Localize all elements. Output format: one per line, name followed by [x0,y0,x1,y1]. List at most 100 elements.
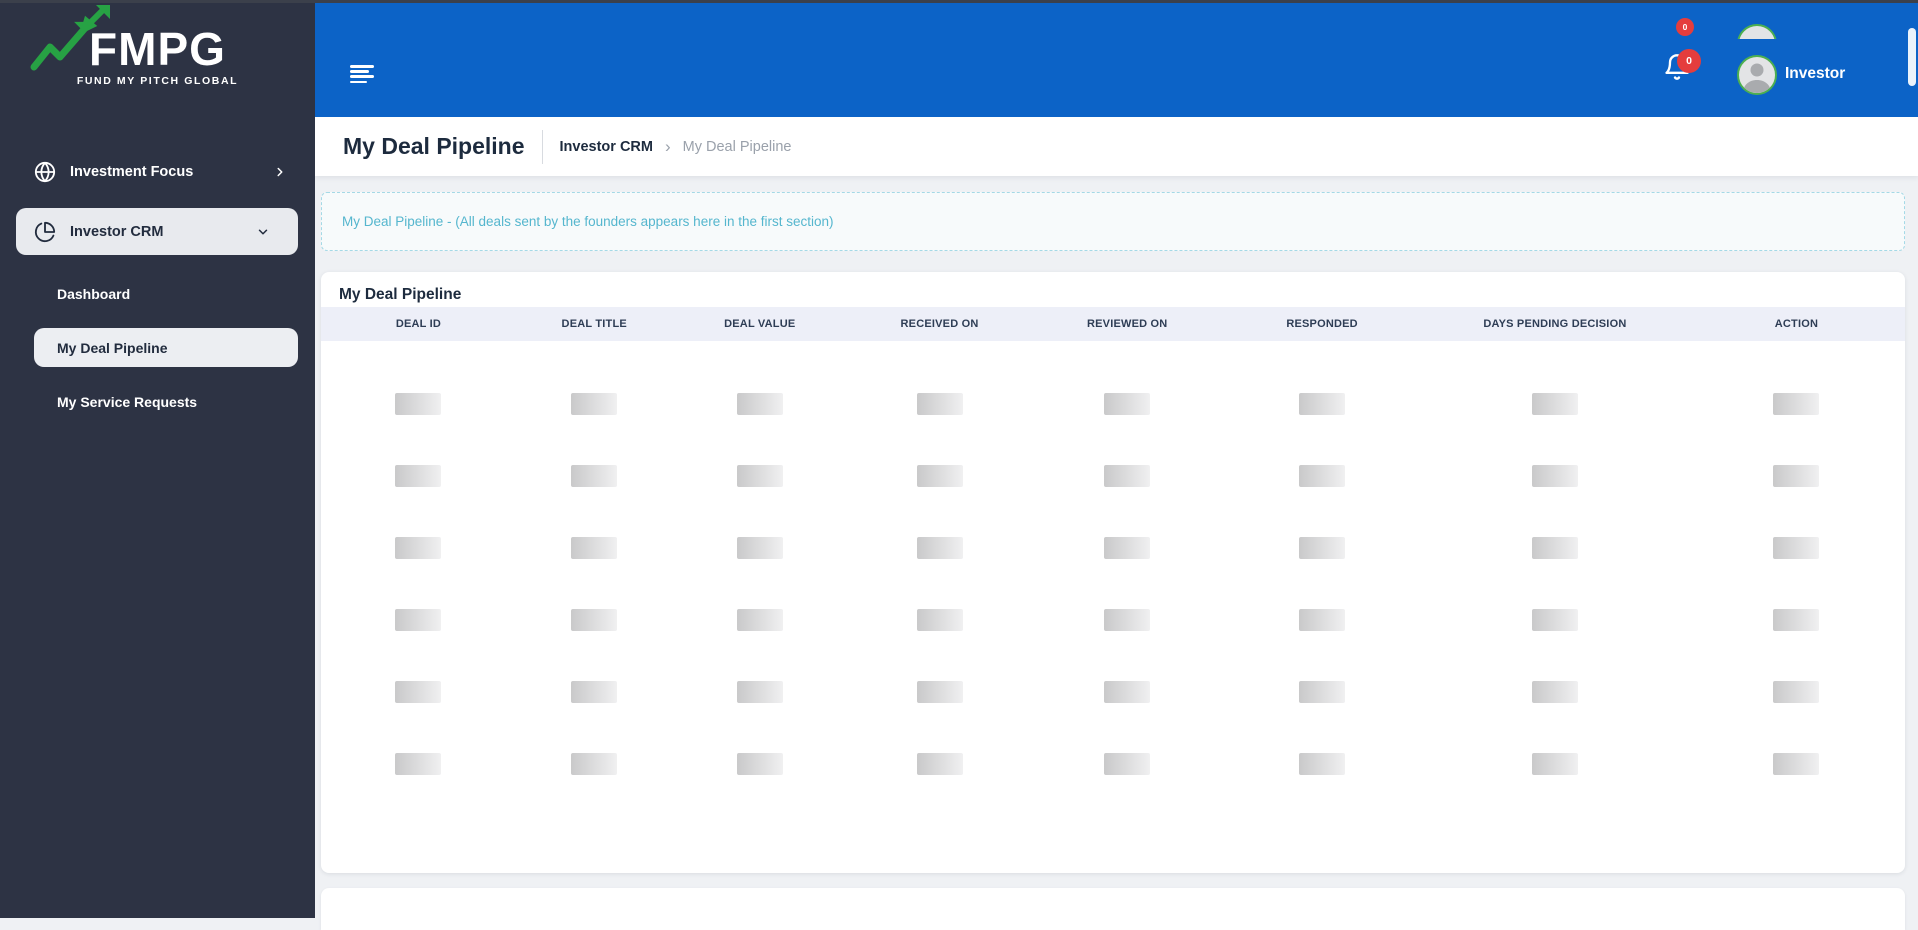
skeleton-placeholder [571,753,618,775]
skeleton-placeholder [916,537,963,559]
column-header-days-pending-decision: DAYS PENDING DECISION [1483,318,1627,330]
brand-logo[interactable]: FMPG FUND MY PITCH GLOBAL [0,3,315,118]
skeleton-placeholder [1299,753,1346,775]
sidebar-item-my-service-requests[interactable]: My Service Requests [57,389,197,415]
sidebar-item-label: Investor CRM [70,223,164,240]
column-header-action: ACTION [1774,318,1819,330]
skeleton-placeholder [736,537,783,559]
skeleton-placeholder [1773,753,1820,775]
logo-text: FMPG [89,23,226,75]
next-section-card [321,888,1905,930]
skeleton-placeholder [1299,465,1346,487]
skeleton-placeholder [395,681,442,703]
skeleton-placeholder [1299,393,1346,415]
skeleton-placeholder [395,393,442,415]
skeleton-placeholder [916,609,963,631]
column-header-received-on: RECEIVED ON [900,318,979,330]
skeleton-placeholder [736,753,783,775]
table-header-row: DEAL ID DEAL TITLE DEAL VALUE RECEIVED ON RE… [321,307,1905,341]
skeleton-placeholder [1104,753,1151,775]
deal-pipeline-card: My Deal Pipeline DEAL ID DEAL TITLE DEAL V… [321,272,1905,873]
scrollbar-thumb[interactable] [1908,28,1916,86]
skeleton-placeholder [916,393,963,415]
logo-tagline: FUND MY PITCH GLOBAL [76,75,239,87]
skeleton-placeholder [736,681,783,703]
skeleton-placeholder [571,681,618,703]
info-banner: My Deal Pipeline - (All deals sent by th… [321,192,1905,251]
skeleton-placeholder [736,393,783,415]
skeleton-placeholder [916,681,963,703]
chevron-right-icon [277,167,283,177]
sidebar-item-investor-crm[interactable]: Investor CRM [16,208,298,255]
table-row [321,512,1905,584]
table-row [321,368,1905,440]
breadcrumb-separator: › [664,136,671,156]
skeleton-placeholder [1531,537,1578,559]
column-header-responded: RESPONDED [1286,318,1358,330]
top-navbar: 0 0 Investor [315,3,1918,117]
person-icon [1743,63,1771,93]
skeleton-placeholder [1104,393,1151,415]
skeleton-placeholder [916,753,963,775]
table-row [321,656,1905,728]
sidebar-item-label: Investment Focus [70,164,194,180]
skeleton-placeholder [1104,609,1151,631]
page-title: My Deal Pipeline [343,133,525,159]
logo-small-arrow-icon [87,5,110,26]
skeleton-placeholder [1104,465,1151,487]
skeleton-placeholder [736,609,783,631]
skeleton-placeholder [395,753,442,775]
sidebar-item-investment-focus[interactable]: Investment Focus [0,150,315,194]
menu-toggle-button[interactable] [350,65,374,84]
skeleton-placeholder [1773,393,1820,415]
sidebar-subitem-label: Dashboard [57,286,131,302]
skeleton-placeholder [1531,393,1578,415]
skeleton-placeholder [395,465,442,487]
sidebar: FMPG FUND MY PITCH GLOBAL Investment Foc… [0,3,315,918]
skeleton-placeholder [395,609,442,631]
table-row [321,728,1905,800]
skeleton-placeholder [1531,753,1578,775]
skeleton-placeholder [1299,609,1346,631]
sidebar-subitem-label: My Deal Pipeline [57,339,168,356]
skeleton-placeholder [1773,609,1820,631]
breadcrumb-current: My Deal Pipeline [682,138,792,155]
breadcrumb-parent-link[interactable]: Investor CRM [560,139,653,155]
column-header-deal-value: DEAL VALUE [724,318,796,330]
section-title: My Deal Pipeline [339,286,462,303]
skeleton-placeholder [1773,465,1820,487]
user-name[interactable]: Investor [1785,65,1845,83]
skeleton-placeholder [1104,537,1151,559]
notification-badge-ghost: 0 [1676,18,1694,36]
skeleton-placeholder [1531,609,1578,631]
skeleton-placeholder [571,609,618,631]
skeleton-placeholder [571,537,618,559]
main-area: 0 0 Investor My Deal Pipeline Investor C… [315,0,1918,930]
skeleton-placeholder [571,393,618,415]
chevron-down-icon [258,228,268,235]
window-top-strip [0,0,1918,3]
sidebar-item-dashboard[interactable]: Dashboard [57,281,130,307]
divider [541,129,543,164]
skeleton-placeholder [395,537,442,559]
skeleton-placeholder [1531,465,1578,487]
skeleton-placeholder [571,465,618,487]
globe-icon [34,161,56,183]
skeleton-placeholder [1299,537,1346,559]
notification-badge: 0 [1677,49,1701,73]
table-row [321,440,1905,512]
avatar-ghost [1737,24,1777,39]
table-body [321,341,1905,800]
pie-chart-icon [34,221,56,242]
skeleton-placeholder [736,465,783,487]
skeleton-placeholder [916,465,963,487]
column-header-deal-title: DEAL TITLE [561,318,627,330]
user-avatar[interactable] [1737,55,1777,95]
column-header-reviewed-on: REVIEWED ON [1087,318,1168,330]
skeleton-placeholder [1773,681,1820,703]
table-row [321,584,1905,656]
skeleton-placeholder [1531,681,1578,703]
column-header-deal-id: DEAL ID [395,318,442,330]
info-banner-text: My Deal Pipeline - (All deals sent by th… [342,214,834,229]
sidebar-item-my-deal-pipeline[interactable]: My Deal Pipeline [34,328,298,367]
